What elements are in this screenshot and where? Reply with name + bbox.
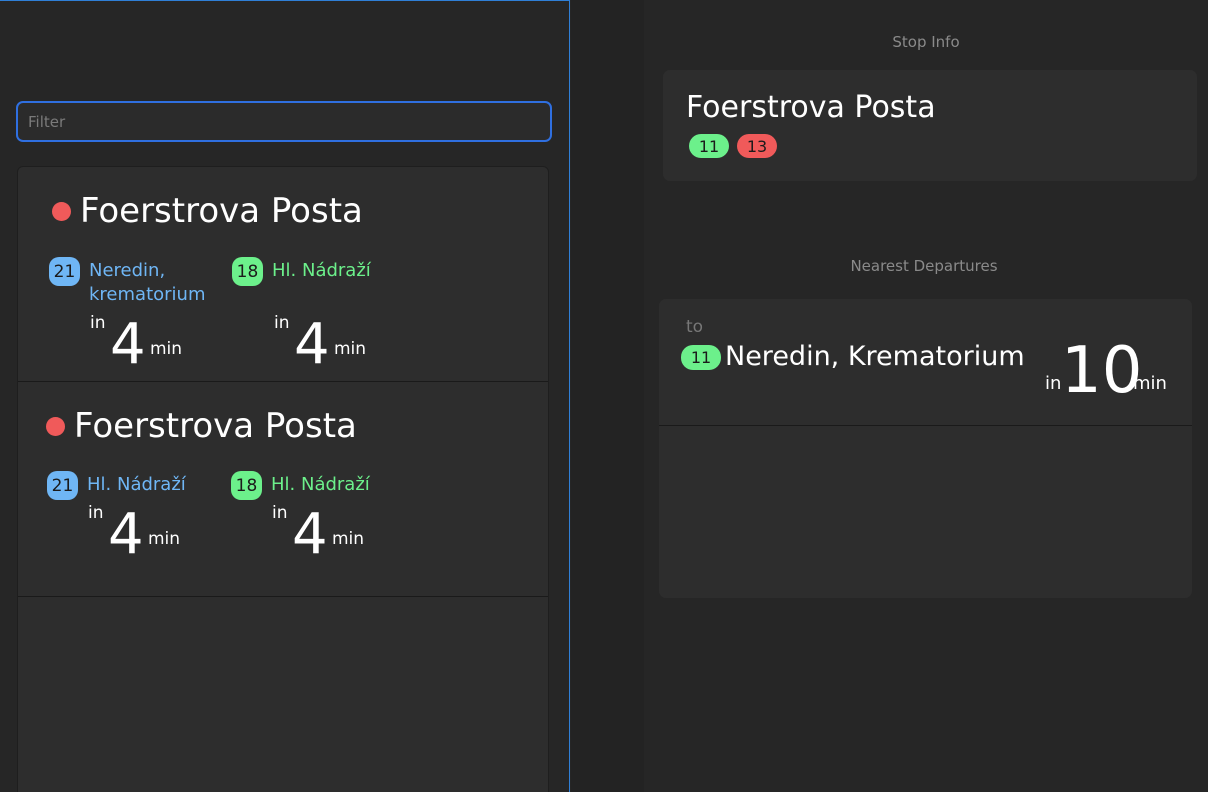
- eta-unit: min: [1133, 373, 1167, 394]
- departure-item[interactable]: 21 Hl. Nádraží in 4 min: [47, 471, 227, 591]
- eta-unit: min: [148, 529, 181, 549]
- stop-header: Foerstrova Posta: [46, 406, 357, 446]
- stop-info-card: Foerstrova Posta 11 13: [663, 70, 1197, 181]
- stop-card[interactable]: Foerstrova Posta 21 Neredin, krematorium…: [18, 167, 548, 382]
- destination-label: Hl. Nádraží: [87, 474, 186, 495]
- eta-unit: min: [332, 529, 365, 549]
- stop-info-name: Foerstrova Posta: [686, 90, 936, 125]
- stop-lines: 11 13: [689, 134, 785, 158]
- line-pill: 11: [681, 345, 721, 370]
- eta-prefix: in: [90, 313, 106, 333]
- eta-prefix: in: [272, 503, 288, 523]
- eta-prefix: in: [1045, 373, 1062, 394]
- stops-pane: Foerstrova Posta 21 Neredin, krematorium…: [0, 0, 570, 792]
- stop-header: Foerstrova Posta: [52, 191, 363, 231]
- eta-minutes: 10: [1061, 334, 1143, 408]
- nearest-departures-title: Nearest Departures: [850, 257, 998, 275]
- eta-minutes: 4: [108, 502, 144, 567]
- eta-minutes: 4: [110, 312, 146, 377]
- pane-divider: [571, 0, 644, 792]
- eta-unit: min: [150, 339, 183, 359]
- to-label: to: [686, 317, 704, 337]
- destination-label: Neredin, Krematorium: [725, 341, 1025, 372]
- stop-info-title: Stop Info: [892, 33, 960, 51]
- departure-row[interactable]: to 11 Neredin, Krematorium in 10 min: [659, 299, 1192, 426]
- eta-prefix: in: [274, 313, 290, 333]
- departure-item[interactable]: 18 Hl. Nádraží in 4 min: [231, 471, 411, 591]
- detail-pane: Stop Info Foerstrova Posta 11 13 Nearest…: [644, 0, 1208, 792]
- line-badge: 18: [232, 257, 263, 286]
- eta-minutes: 4: [292, 502, 328, 567]
- eta-prefix: in: [88, 503, 104, 523]
- stop-card[interactable]: Foerstrova Posta 21 Hl. Nádraží in 4 min…: [18, 382, 548, 597]
- line-pill: 11: [689, 134, 729, 158]
- stop-name: Foerstrova Posta: [74, 406, 357, 446]
- destination-label: Neredin, krematorium: [89, 260, 206, 305]
- nearest-departures-list[interactable]: to 11 Neredin, Krematorium in 10 min: [659, 299, 1192, 598]
- status-dot-icon: [46, 416, 65, 436]
- destination-label: Hl. Nádraží: [272, 260, 371, 281]
- line-pill: 13: [737, 134, 777, 158]
- stops-list[interactable]: Foerstrova Posta 21 Neredin, krematorium…: [17, 166, 549, 792]
- departure-item[interactable]: 21 Neredin, krematorium in 4 min: [49, 257, 229, 377]
- filter-input[interactable]: [16, 101, 552, 142]
- line-badge: 21: [47, 471, 78, 500]
- eta-minutes: 4: [294, 312, 330, 377]
- stop-name: Foerstrova Posta: [80, 191, 363, 231]
- line-badge: 18: [231, 471, 262, 500]
- status-dot-icon: [52, 201, 71, 221]
- departure-item[interactable]: 18 Hl. Nádraží in 4 min: [232, 257, 412, 377]
- line-badge: 21: [49, 257, 80, 286]
- app-window: Foerstrova Posta 21 Neredin, krematorium…: [0, 0, 1208, 792]
- eta-unit: min: [334, 339, 367, 359]
- destination-label: Hl. Nádraží: [271, 474, 370, 495]
